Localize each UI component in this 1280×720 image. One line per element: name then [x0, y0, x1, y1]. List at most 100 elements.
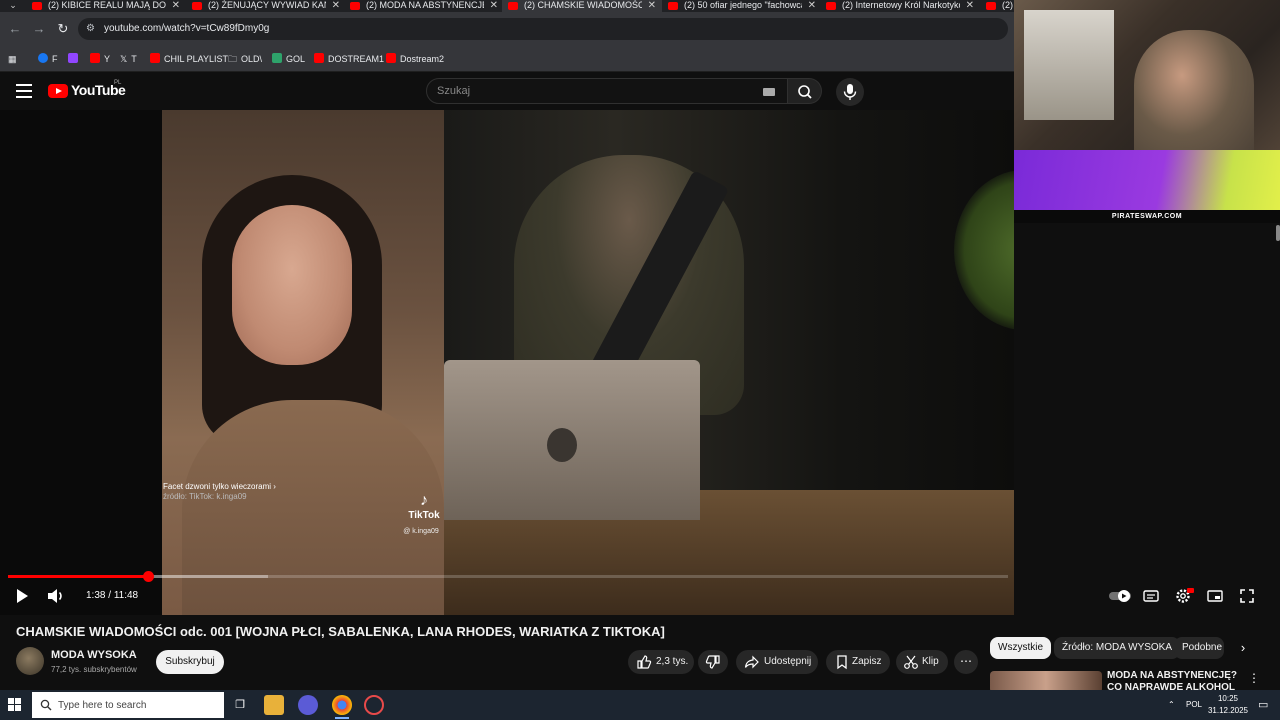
- bookmark-label: Dostream2: [400, 54, 445, 64]
- tiktok-note-icon: ♪: [420, 492, 428, 509]
- bookmark-label: CHIL PLAYLIST: [164, 54, 229, 64]
- progress-bar[interactable]: [8, 571, 1008, 582]
- recommended-title[interactable]: MODA NA ABSTYNENCJĘ? CO NAPRAWDĘ ALKOHOL…: [1107, 670, 1247, 692]
- search-icon: [798, 85, 812, 99]
- twitch-icon: [68, 53, 78, 63]
- notification-icon[interactable]: ▭: [1258, 690, 1268, 720]
- close-tab-icon[interactable]: ✕: [490, 0, 498, 11]
- video-caption[interactable]: Facet dzwoni tylko wieczorami ›: [163, 482, 276, 491]
- miniplayer-button[interactable]: [1206, 587, 1224, 605]
- subtitles-button[interactable]: [1142, 587, 1160, 605]
- tiktok-clip-frame: ♪ TikTok @ k.inga09: [162, 110, 444, 615]
- youtube-icon: [386, 53, 396, 63]
- bookmark-youtube[interactable]: Y: [90, 52, 110, 66]
- system-clock[interactable]: 10:25 31.12.2025: [1206, 693, 1250, 717]
- bookmark-facebook[interactable]: F: [38, 52, 58, 66]
- browser-tab[interactable]: (2) 50 ofiar jednego "fachowca ✕: [662, 0, 822, 12]
- taskbar-search: [32, 692, 224, 718]
- webcam-window-background: [1024, 10, 1114, 120]
- youtube-favicon-icon: [826, 2, 836, 10]
- tab-search-chevron-icon[interactable]: ⌄: [4, 0, 22, 12]
- bookmark-gol[interactable]: GOL: [272, 52, 305, 66]
- close-tab-icon[interactable]: ✕: [648, 0, 656, 11]
- bookmarks-bar: ▦ F Y 𝕏T CHIL PLAYLIST 🗀 OLD\ GOL DOSTREA…: [0, 46, 1014, 72]
- keyboard-icon[interactable]: [763, 88, 775, 96]
- task-view-icon[interactable]: ❐: [230, 695, 250, 715]
- chevron-right-icon[interactable]: ›: [1234, 639, 1252, 657]
- dislike-button[interactable]: [698, 650, 728, 674]
- bookmark-dostream2[interactable]: Dostream2: [386, 52, 444, 66]
- video-player[interactable]: ♪ TikTok @ k.inga09: [0, 110, 1014, 615]
- tray-chevron-up-icon[interactable]: ⌃: [1168, 690, 1175, 720]
- fullscreen-button[interactable]: [1238, 587, 1256, 605]
- taskbar-search-input[interactable]: [58, 698, 218, 712]
- forward-arrow-icon[interactable]: →: [30, 20, 48, 38]
- webcam-person: [1134, 30, 1254, 150]
- bookmark-x[interactable]: 𝕏T: [120, 52, 137, 66]
- search-button[interactable]: [788, 78, 822, 104]
- video-source-text: źródło: TikTok: k.inga09: [163, 492, 247, 501]
- voice-search-button[interactable]: [836, 78, 864, 106]
- browser-tab[interactable]: (2) Internetowy Król Narkotykó ✕: [820, 0, 980, 12]
- tiktok-username: @ k.inga09: [403, 528, 439, 535]
- clock-date: 31.12.2025: [1207, 706, 1249, 715]
- autoplay-toggle[interactable]: [1108, 587, 1132, 605]
- browser-tab[interactable]: (2) MODA NA ABSTYNENCJĘ? (✕: [344, 0, 504, 12]
- close-tab-icon[interactable]: ✕: [808, 0, 816, 11]
- scissors-icon: [904, 655, 918, 669]
- address-bar[interactable]: ⚙ youtube.com/watch?v=tCw89fDmy0g: [78, 18, 1008, 40]
- bookmark-twitch[interactable]: [68, 52, 82, 66]
- page-scrollbar[interactable]: [1276, 225, 1280, 241]
- back-arrow-icon[interactable]: ←: [6, 20, 24, 38]
- apps-grid-icon[interactable]: ▦: [8, 52, 17, 66]
- volume-icon: [48, 589, 62, 603]
- close-tab-icon[interactable]: ✕: [332, 0, 340, 11]
- more-actions-button[interactable]: ⋯: [954, 650, 978, 674]
- chrome-icon[interactable]: [332, 695, 352, 719]
- keyboard-language[interactable]: POL: [1186, 690, 1202, 720]
- browser-tab[interactable]: (2) ŻENUJĄCY WYWIAD KANAŁ ✕: [186, 0, 346, 12]
- bookmark-folder-old[interactable]: 🗀 OLD\: [228, 52, 262, 66]
- bookmark-dostream1[interactable]: DOSTREAM1: [314, 52, 384, 66]
- browser-tab-active[interactable]: (2) CHAMSKIE WIADOMOŚCI o ✕: [502, 0, 662, 12]
- search-input[interactable]: [437, 83, 737, 99]
- clip-button[interactable]: Klip: [896, 650, 948, 674]
- chip-similar[interactable]: Podobne: [1174, 637, 1224, 659]
- mute-button[interactable]: [46, 587, 66, 605]
- chip-all[interactable]: Wszystkie: [990, 637, 1051, 659]
- save-button[interactable]: Zapisz: [826, 650, 890, 674]
- browser-tab[interactable]: (2) U: [980, 0, 1014, 12]
- discord-icon[interactable]: [298, 695, 318, 715]
- file-explorer-icon[interactable]: [264, 695, 284, 715]
- hamburger-menu-icon[interactable]: [16, 84, 32, 98]
- tab-title: (2) CHAMSKIE WIADOMOŚCI o: [524, 0, 642, 10]
- play-button[interactable]: [14, 587, 30, 605]
- time-current: 1:38: [86, 590, 106, 601]
- settings-button[interactable]: [1174, 587, 1194, 605]
- reload-icon[interactable]: ↻: [54, 20, 72, 38]
- more-dots-icon: ⋯: [960, 654, 972, 668]
- obs-icon[interactable]: [364, 695, 384, 715]
- recommended-more-icon[interactable]: ⋮: [1248, 671, 1260, 685]
- share-label: Udostępnij: [764, 656, 812, 667]
- scrubber-handle[interactable]: [143, 571, 154, 582]
- channel-avatar[interactable]: [16, 647, 44, 675]
- clip-label: Klip: [922, 656, 939, 667]
- site-info-icon[interactable]: ⚙: [86, 23, 98, 35]
- video-title: CHAMSKIE WIADOMOŚCI odc. 001 [WOJNA PŁCI…: [16, 624, 665, 639]
- bookmark-chil-playlist[interactable]: CHIL PLAYLIST: [150, 52, 228, 66]
- close-tab-icon[interactable]: ✕: [966, 0, 974, 11]
- thumbs-down-icon: [705, 655, 720, 669]
- subscribe-button[interactable]: Subskrybuj: [156, 650, 224, 674]
- channel-name[interactable]: MODA WYSOKA: [51, 649, 137, 661]
- share-button[interactable]: Udostępnij: [736, 650, 818, 674]
- like-button[interactable]: 2,3 tys.: [628, 650, 694, 674]
- windows-start-icon[interactable]: [8, 698, 22, 712]
- tab-title: (2) U: [1002, 0, 1014, 10]
- youtube-favicon-icon: [668, 2, 678, 10]
- browser-tab[interactable]: (2) KIBICE REALU MAJĄ DOŚĆ V ✕: [26, 0, 186, 12]
- browser-toolbar: ← → ↻ ⚙ youtube.com/watch?v=tCw89fDmy0g: [0, 12, 1014, 46]
- close-tab-icon[interactable]: ✕: [172, 0, 180, 11]
- chip-source-channel[interactable]: Źródło: MODA WYSOKA: [1054, 637, 1181, 659]
- tab-title: (2) 50 ofiar jednego "fachowca: [684, 0, 802, 10]
